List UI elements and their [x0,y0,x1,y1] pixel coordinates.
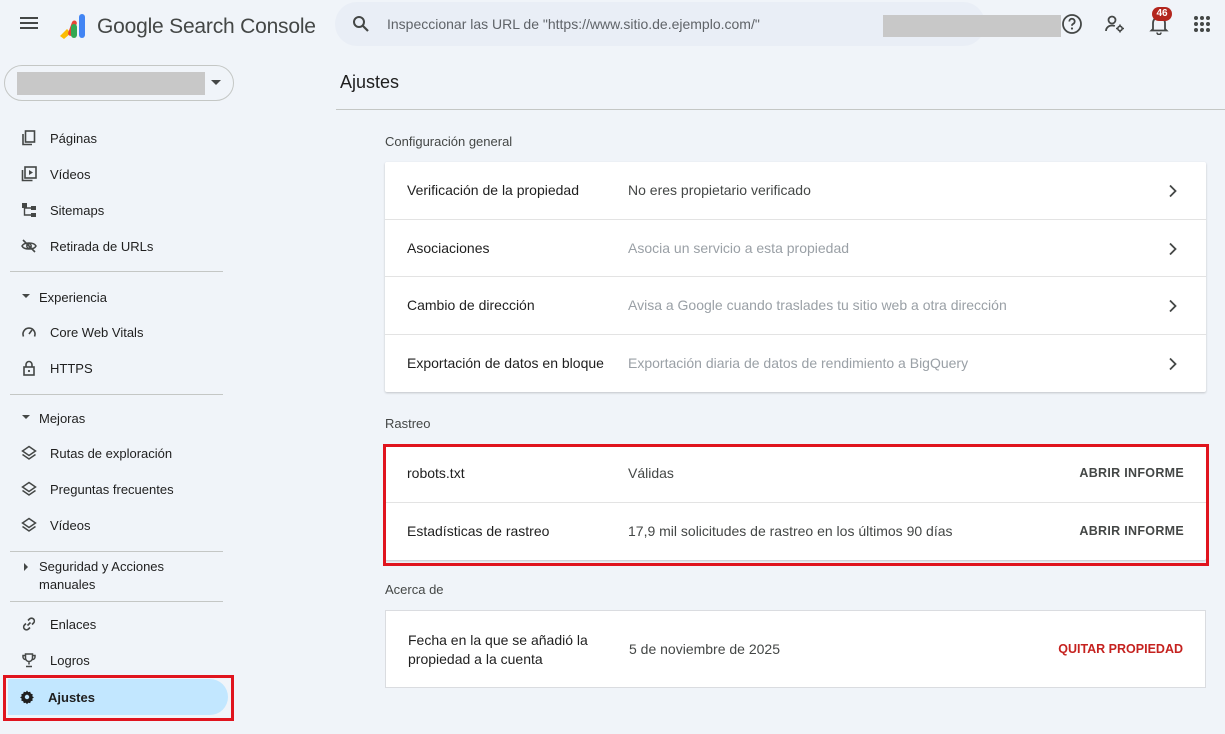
search-console-logo[interactable] [57,12,89,40]
row-associations[interactable]: Asociaciones Asocia un servicio a esta p… [385,220,1206,277]
lock-icon [23,360,35,376]
sidebar-section-enhancements[interactable]: Mejoras [22,410,85,428]
top-bar: Google Search Console 46 [0,0,1225,52]
video-icon [21,166,37,182]
sidebar-item-pages[interactable]: Páginas [10,120,225,156]
chevron-right-icon [1169,357,1177,370]
collapse-caret-icon [22,294,30,298]
sidebar-section-security[interactable]: Seguridad y Acciones manuales [22,558,212,594]
highlight-box-settings [3,675,234,721]
sitemap-icon [22,203,36,217]
sidebar-item-breadcrumbs[interactable]: Rutas de exploración [10,435,225,471]
header-divider [336,109,1225,110]
url-inspection-search[interactable] [335,2,1061,46]
collapse-caret-icon [22,415,30,419]
dropdown-caret-icon [211,80,221,85]
sidebar-section-label: Experiencia [39,290,107,305]
section-title-about: Acerca de [385,582,444,597]
sidebar-divider [10,601,223,602]
date-added-value: 5 de noviembre de 2025 [629,641,780,657]
sidebar-section-experience[interactable]: Experiencia [22,289,107,307]
sidebar-divider [10,551,223,552]
row-label: Cambio de dirección [407,297,535,314]
sidebar-divider [10,271,223,272]
sidebar-item-label: Retirada de URLs [50,238,154,254]
sidebar-item-label: Preguntas frecuentes [50,481,174,497]
remove-property-button[interactable]: QUITAR PROPIEDAD [1058,642,1183,656]
sidebar-item-https[interactable]: HTTPS [10,350,225,386]
sidebar-item-label: HTTPS [50,360,93,376]
layers-icon [21,517,37,532]
layers-icon [21,445,37,460]
row-value: Asocia un servicio a esta propiedad [628,239,850,256]
sidebar-divider [10,394,223,395]
expand-caret-icon [24,563,28,571]
date-added-label: Fecha en la que se añadió la propiedad a… [408,632,588,667]
about-card: Fecha en la que se añadió la propiedad a… [385,610,1206,688]
sidebar-item-label: Páginas [50,130,97,146]
sidebar-item-label: Sitemaps [50,202,105,218]
sidebar-item-label: Rutas de exploración [50,445,173,461]
apps-icon[interactable] [1191,13,1213,35]
sidebar-item-label: Vídeos [50,166,91,182]
notifications-badge: 46 [1152,7,1172,21]
sidebar-item-label: Vídeos [50,517,91,533]
sidebar-section-label: Seguridad y Acciones manuales [39,559,165,592]
link-icon [22,617,36,631]
brand-name: Google Search Console [97,15,316,38]
menu-icon[interactable] [18,14,40,36]
row-value: No eres propietario verificado [628,182,811,199]
row-label: Asociaciones [407,239,490,256]
trophy-icon [22,653,36,668]
users-settings-icon[interactable] [1104,13,1126,35]
sidebar-item-label: Enlaces [50,616,97,632]
section-title-crawling: Rastreo [385,416,431,431]
url-inspection-input[interactable] [387,12,967,36]
sidebar-item-achievements[interactable]: Logros [10,642,225,678]
sidebar-item-url-removal[interactable]: Retirada de URLs [10,228,225,264]
eye-off-icon [21,239,37,253]
page-title: Ajustes [340,72,400,92]
chevron-right-icon [1169,184,1177,198]
sidebar-item-faq[interactable]: Preguntas frecuentes [10,471,225,507]
row-bulk-data-export[interactable]: Exportación de datos en bloque Exportaci… [385,335,1206,393]
row-value: Avisa a Google cuando traslades tu sitio… [628,297,1007,314]
pages-icon [22,130,36,146]
row-ownership-verification[interactable]: Verificación de la propiedad No eres pro… [385,162,1206,220]
layers-icon [21,481,37,496]
row-label: Verificación de la propiedad [407,182,580,199]
redacted-property [17,72,205,95]
sidebar-item-video-enhancements[interactable]: Vídeos [10,507,225,543]
highlight-box-crawling [383,444,1209,566]
sidebar-item-label: Core Web Vitals [50,324,144,340]
row-label: Exportación de datos en bloque [407,355,604,372]
general-settings-card: Verificación de la propiedad No eres pro… [385,162,1206,392]
sidebar-item-label: Logros [50,652,90,668]
sidebar-item-links[interactable]: Enlaces [10,606,225,642]
help-icon[interactable] [1061,13,1083,35]
row-change-of-address[interactable]: Cambio de dirección Avisa a Google cuand… [385,277,1206,335]
chevron-right-icon [1169,299,1177,313]
section-title-general: Configuración general [385,134,513,149]
sidebar-item-core-web-vitals[interactable]: Core Web Vitals [10,314,225,350]
sidebar-item-sitemaps[interactable]: Sitemaps [10,192,225,228]
sidebar-section-label: Mejoras [39,411,86,426]
chevron-right-icon [1169,242,1177,255]
row-value: Exportación diaria de datos de rendimien… [628,355,969,372]
sidebar-item-videos[interactable]: Vídeos [10,156,225,192]
property-selector[interactable] [4,65,234,101]
search-icon [353,16,369,32]
gauge-icon [22,327,36,337]
redacted-url [883,15,1061,37]
